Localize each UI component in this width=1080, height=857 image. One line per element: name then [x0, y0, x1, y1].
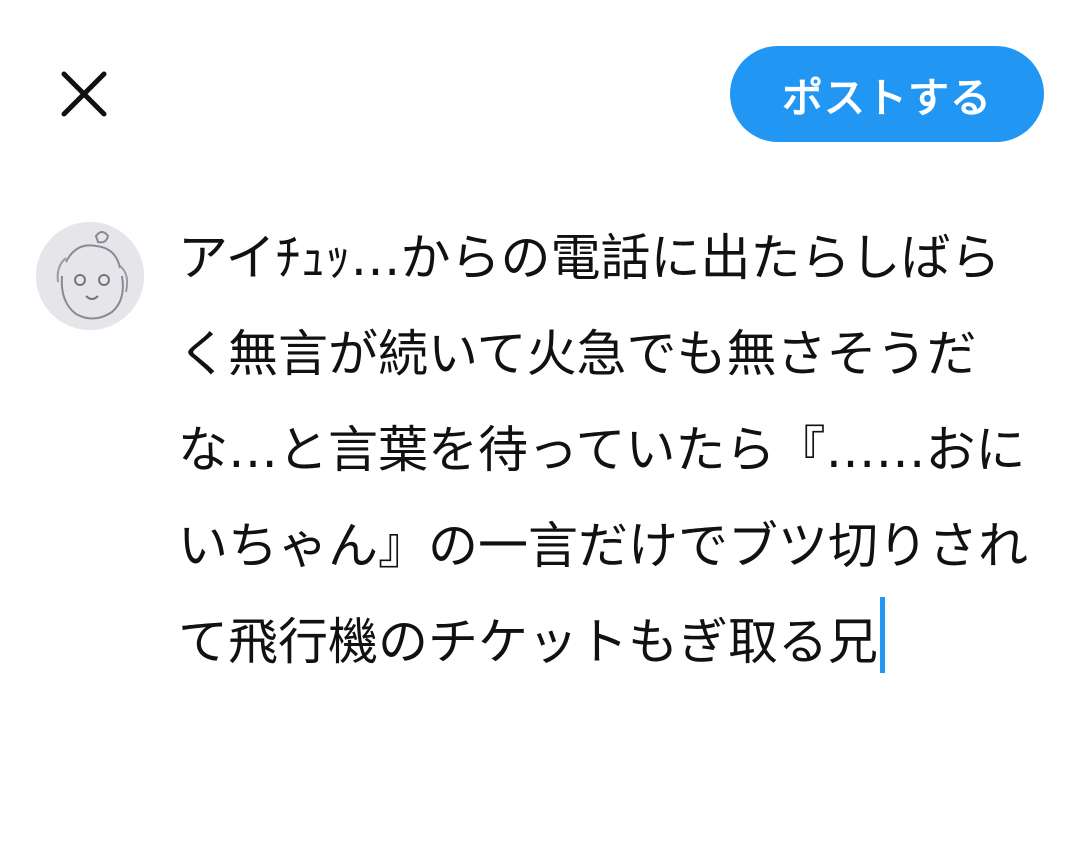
post-button[interactable]: ポストする [730, 46, 1044, 142]
user-avatar-icon [36, 222, 144, 330]
post-text-area[interactable]: アイﾁｭｯ…からの電話に出たらしばらく無言が続いて火急でも無さそうだな…と言葉を… [178, 210, 1048, 790]
close-icon [61, 71, 107, 117]
post-text: アイﾁｭｯ…からの電話に出たらしばらく無言が続いて火急でも無さそうだな…と言葉を… [178, 229, 1028, 671]
text-cursor [880, 597, 885, 673]
close-button[interactable] [52, 62, 116, 126]
avatar[interactable] [36, 222, 144, 330]
